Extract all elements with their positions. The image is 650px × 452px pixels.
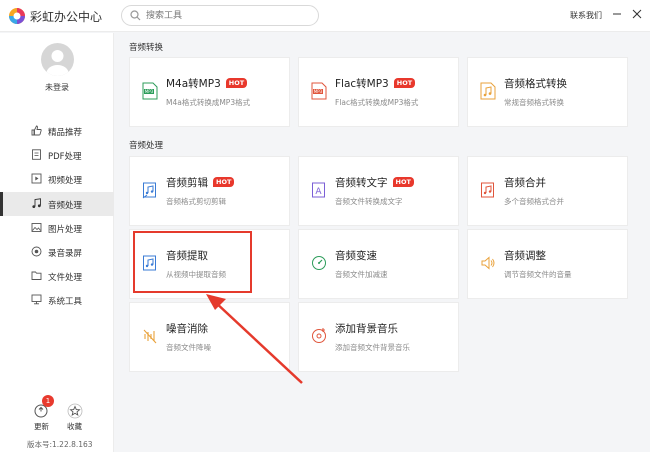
annotation-arrow-icon <box>206 294 303 384</box>
